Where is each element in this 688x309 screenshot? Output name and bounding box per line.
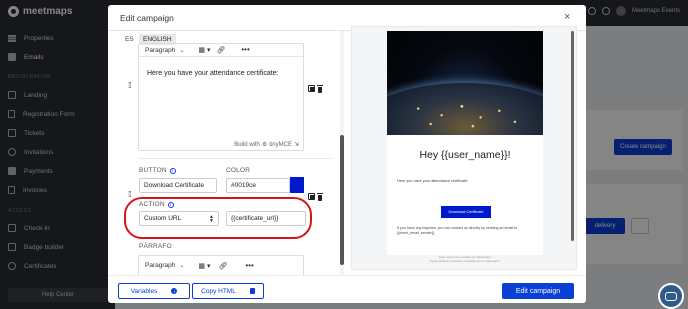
link-icon[interactable]: 🔗︎ xyxy=(218,262,227,270)
editor-scrollbar-thumb[interactable] xyxy=(340,135,344,265)
copy-icon[interactable] xyxy=(308,85,315,92)
copy-icon[interactable] xyxy=(308,193,315,200)
variables-button[interactable]: Variables i xyxy=(118,283,190,299)
block-actions xyxy=(308,193,323,201)
email-card: Hey {{user_name}}! Here you have your at… xyxy=(387,31,543,255)
variables-label: Variables xyxy=(130,287,158,295)
city-lights-graphic xyxy=(387,91,543,135)
edit-campaign-button[interactable]: Edit campaign xyxy=(502,283,574,299)
modal-title: Edit campaign xyxy=(120,13,174,23)
email-header-image xyxy=(387,31,543,135)
divider xyxy=(138,158,331,159)
info-icon: i xyxy=(171,288,178,294)
file-icon xyxy=(249,288,255,294)
editor-toolbar: Paragraph ⌄ ▦ ▾ 🔗︎ ••• xyxy=(138,255,304,275)
tinymce-brand: tinyMCE xyxy=(269,141,292,148)
chat-icon xyxy=(665,291,677,301)
info-icon[interactable]: i xyxy=(169,167,176,174)
block-format-value: Paragraph xyxy=(145,262,176,269)
editor-toolbar: Paragraph ⌄ ▦ ▾ 🔗︎ ••• xyxy=(139,44,303,57)
email-legal-text: Este correo fue enviado por Meetmaps Par… xyxy=(352,255,578,264)
editor-content[interactable]: Here you have your attendance certificat… xyxy=(147,70,279,77)
rich-text-editor[interactable]: Paragraph ⌄ ▦ ▾ 🔗︎ ••• Here you have you… xyxy=(138,43,304,151)
email-heading: Hey {{user_name}}! xyxy=(419,149,511,161)
color-field[interactable]: #0019ce xyxy=(226,178,290,193)
email-download-button: Download Certificate xyxy=(441,206,491,218)
editor-status-bar: Build with ⚙ tinyMCE ⇲ xyxy=(234,141,299,149)
button-label: BUTTON i xyxy=(139,167,176,174)
more-icon[interactable]: ••• xyxy=(245,261,253,269)
button-text-field[interactable]: Download Certificate xyxy=(139,178,217,193)
trash-icon[interactable] xyxy=(317,85,323,93)
color-label: COLOR xyxy=(226,167,251,174)
divider xyxy=(108,275,586,276)
color-swatch[interactable] xyxy=(290,177,304,193)
edit-campaign-modal: Edit campaign × ES ENGLISH Paragraph ⌄ ▦… xyxy=(108,5,586,303)
chevron-down-icon: ⌄ xyxy=(179,47,185,54)
table-icon[interactable]: ▦ ▾ xyxy=(198,262,210,270)
trash-icon[interactable] xyxy=(317,193,323,201)
drag-handle-icon[interactable]: ⁞⁞ xyxy=(128,191,134,199)
block-format-value: Paragraph xyxy=(145,46,176,54)
email-footer-text: If you have any inquiries, you can conta… xyxy=(397,226,518,235)
more-icon[interactable]: ••• xyxy=(241,46,249,54)
built-with-text: Build with xyxy=(234,141,260,148)
preview-scrollbar[interactable] xyxy=(571,31,574,241)
drag-handle-icon[interactable]: ⁞⁞ xyxy=(128,82,134,90)
email-preview: Hey {{user_name}}! Here you have your at… xyxy=(351,26,577,270)
chevron-down-icon: ⌄ xyxy=(179,263,185,269)
copy-html-label: Copy HTML xyxy=(201,287,236,295)
resize-handle-icon[interactable]: ⇲ xyxy=(294,141,299,148)
link-icon[interactable]: 🔗︎ xyxy=(216,46,225,54)
table-icon[interactable]: ▦ ▾ xyxy=(198,46,210,54)
tab-language-es[interactable]: ES xyxy=(125,36,134,43)
block-format-select[interactable]: Paragraph ⌄ xyxy=(145,261,184,271)
chat-button[interactable] xyxy=(658,283,684,309)
tinymce-logo-icon: ⚙ xyxy=(261,142,268,148)
block-actions xyxy=(308,85,323,93)
highlight-annotation xyxy=(124,197,312,239)
button-label-text: BUTTON xyxy=(139,167,167,174)
copy-html-button[interactable]: Copy HTML xyxy=(192,283,264,299)
close-icon[interactable]: × xyxy=(564,11,570,23)
legal-line: Para cualquier consulta, contacta con el… xyxy=(430,258,500,263)
block-format-select[interactable]: Paragraph ⌄ xyxy=(145,45,184,55)
paragraph-label: PÁRRAFO xyxy=(139,243,172,250)
email-body-text: Here you have your attendance certificat… xyxy=(397,179,469,183)
